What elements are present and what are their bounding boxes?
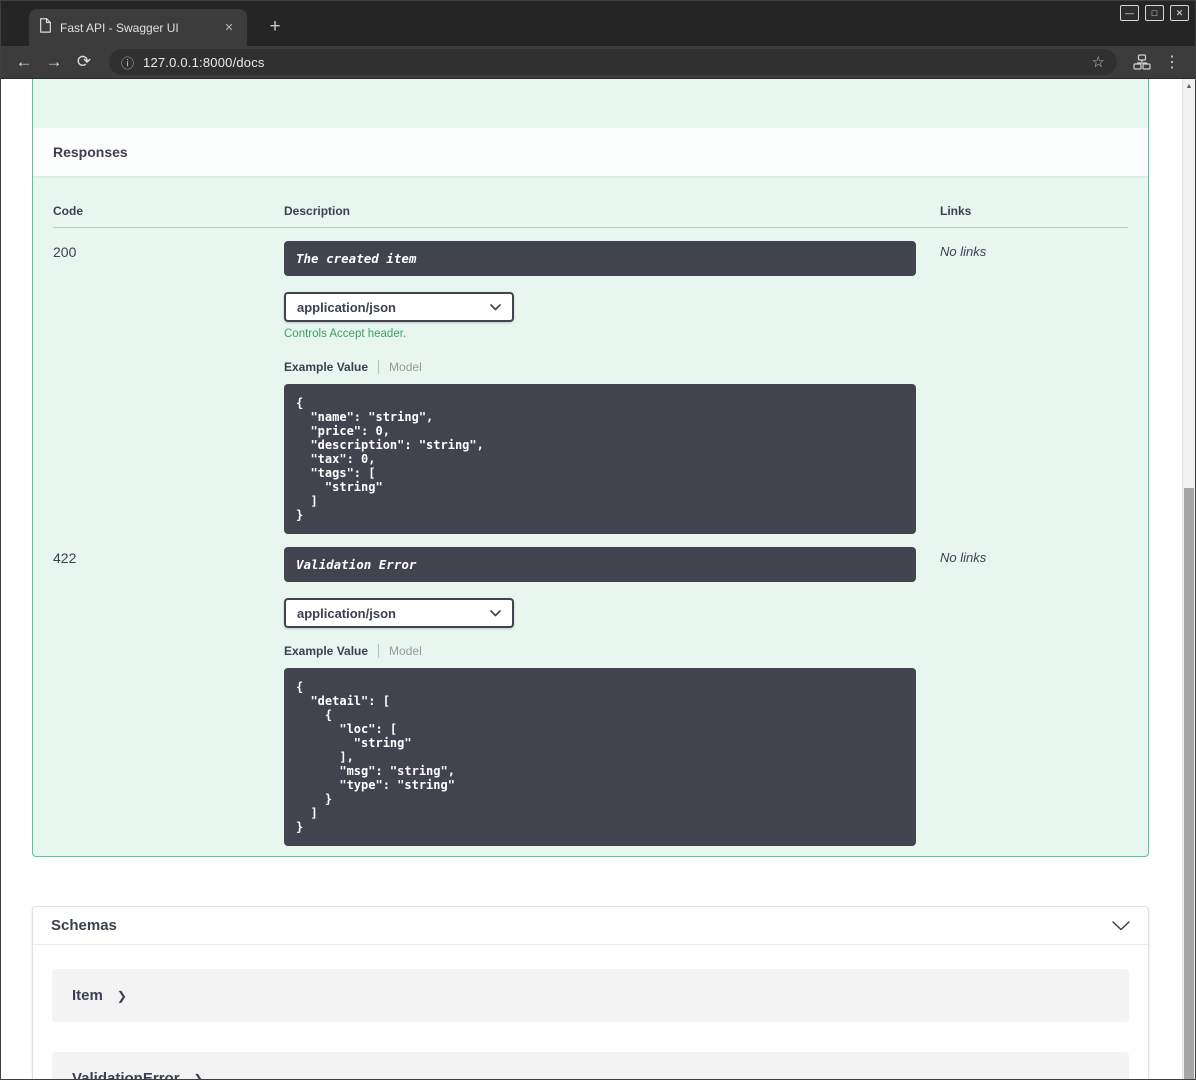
scrollbar[interactable]: ▲ — [1182, 79, 1195, 1079]
bookmark-icon[interactable]: ☆ — [1092, 53, 1105, 71]
media-type-value: application/json — [297, 299, 396, 315]
response-description: Validation Error — [284, 547, 916, 582]
post-endpoint-panel: Responses Code Description Links 200 The… — [32, 79, 1149, 857]
responses-title: Responses — [53, 144, 128, 160]
model-validationerror[interactable]: ValidationError ❯ — [52, 1052, 1129, 1079]
response-description-cell: Validation Error application/json Exampl… — [284, 547, 940, 846]
media-type-value: application/json — [297, 605, 396, 621]
example-json: { "name": "string", "price": 0, "descrip… — [284, 384, 916, 534]
response-code: 200 — [53, 244, 77, 260]
page-content: Responses Code Description Links 200 The… — [1, 79, 1195, 1079]
tab-title: Fast API - Swagger UI — [60, 20, 179, 35]
browser-toolbar: ← → ⟳ ⓘ 127.0.0.1:8000/docs ☆ ⋮ — [1, 46, 1195, 79]
maximize-button[interactable]: □ — [1145, 5, 1164, 21]
column-links: Links — [940, 204, 972, 218]
close-button[interactable]: ✕ — [1170, 5, 1189, 21]
example-model-tabs: Example Value Model — [284, 360, 940, 374]
address-bar[interactable]: ⓘ 127.0.0.1:8000/docs ☆ — [109, 49, 1117, 75]
column-description: Description — [284, 204, 351, 218]
column-code: Code — [53, 204, 83, 218]
tab-close-icon[interactable]: ✕ — [221, 20, 237, 36]
page-icon — [39, 17, 52, 38]
model-name: Item — [72, 987, 103, 1004]
example-model-tabs: Example Value Model — [284, 644, 940, 658]
response-row-422: 422 Validation Error application/json Ex… — [53, 534, 1128, 846]
tab-example-value[interactable]: Example Value — [284, 644, 378, 658]
responses-header: Responses — [33, 128, 1148, 176]
response-links: No links — [940, 550, 987, 565]
media-type-select[interactable]: application/json — [284, 598, 514, 628]
response-row-200: 200 The created item application/json Co… — [53, 228, 1128, 534]
response-description: The created item — [284, 241, 916, 276]
schemas-section: Schemas Item ❯ ValidationError ❯ — [32, 906, 1149, 1079]
titlebar: Fast API - Swagger UI ✕ + — □ ✕ — [1, 1, 1195, 46]
response-description-cell: The created item application/json Contro… — [284, 241, 940, 534]
chevron-down-icon[interactable] — [1112, 920, 1130, 931]
chevron-down-icon — [490, 303, 501, 310]
model-item[interactable]: Item ❯ — [52, 969, 1129, 1022]
media-type-select[interactable]: application/json — [284, 292, 514, 322]
scroll-up-arrow[interactable]: ▲ — [1183, 79, 1195, 93]
window-controls: — □ ✕ — [1120, 5, 1189, 21]
browser-window: Fast API - Swagger UI ✕ + — □ ✕ ← → ⟳ ⓘ … — [0, 0, 1196, 1080]
tab-example-value[interactable]: Example Value — [284, 360, 378, 374]
accept-hint: Controls Accept header. — [284, 328, 407, 340]
schemas-title: Schemas — [51, 917, 117, 934]
sitemap-icon[interactable] — [1129, 50, 1155, 74]
chevron-right-icon: ❯ — [116, 988, 127, 1003]
responses-table: Code Description Links 200 The created i… — [33, 176, 1148, 856]
forward-button[interactable]: → — [41, 49, 67, 75]
chevron-down-icon — [490, 609, 501, 616]
tab-model[interactable]: Model — [379, 644, 422, 658]
site-info-icon[interactable]: ⓘ — [121, 53, 134, 72]
reload-button[interactable]: ⟳ — [71, 49, 97, 75]
url-text: 127.0.0.1:8000/docs — [143, 54, 265, 70]
response-code: 422 — [53, 550, 77, 566]
schemas-header[interactable]: Schemas — [33, 907, 1148, 945]
new-tab-button[interactable]: + — [261, 13, 289, 41]
response-links: No links — [940, 244, 987, 259]
responses-table-head: Code Description Links — [53, 204, 1128, 228]
browser-tab[interactable]: Fast API - Swagger UI ✕ — [29, 9, 247, 46]
chevron-right-icon: ❯ — [193, 1071, 204, 1080]
scrollbar-thumb[interactable] — [1184, 488, 1194, 1079]
menu-icon[interactable]: ⋮ — [1159, 50, 1185, 74]
minimize-button[interactable]: — — [1120, 5, 1139, 21]
model-name: ValidationError — [72, 1070, 180, 1079]
tab-model[interactable]: Model — [379, 360, 422, 374]
back-button[interactable]: ← — [11, 49, 37, 75]
example-json: { "detail": [ { "loc": [ "string" ], "ms… — [284, 668, 916, 846]
